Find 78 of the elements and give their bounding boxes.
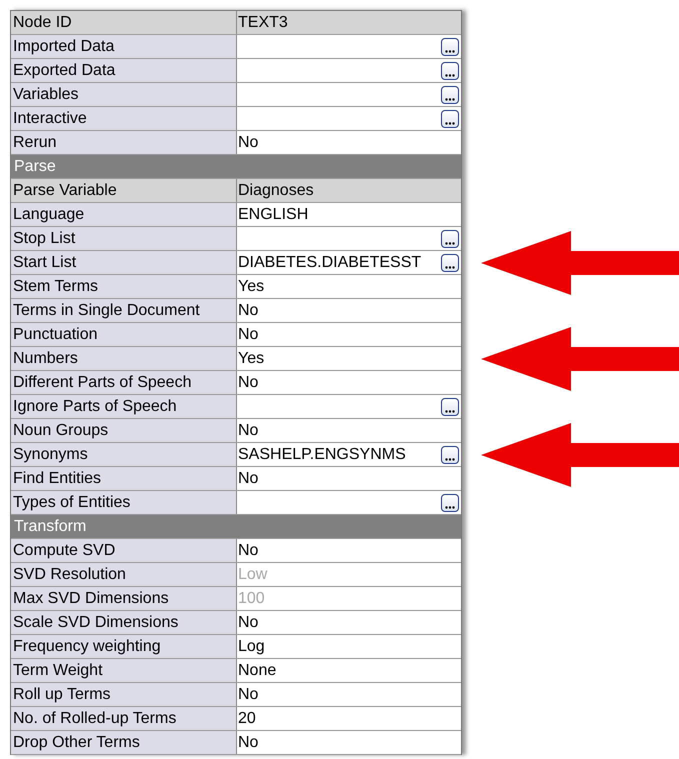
property-name: Noun Groups xyxy=(11,419,237,442)
property-value: SASHELP.ENGSYNMS xyxy=(238,445,407,465)
property-name: Stem Terms xyxy=(11,275,237,298)
ellipsis-button[interactable] xyxy=(441,446,459,464)
property-name: Synonyms xyxy=(11,443,237,466)
property-name: No. of Rolled-up Terms xyxy=(11,707,237,730)
property-value-cell[interactable] xyxy=(237,107,461,130)
property-name: SVD Resolution xyxy=(11,563,237,586)
property-value-cell[interactable] xyxy=(237,491,461,514)
property-value-cell[interactable]: No xyxy=(237,539,461,562)
property-value-cell[interactable]: Diagnoses xyxy=(237,179,461,202)
property-value-cell[interactable] xyxy=(237,395,461,418)
property-value-cell[interactable]: No xyxy=(237,731,461,754)
ellipsis-icon xyxy=(445,98,455,100)
property-name: Variables xyxy=(11,83,237,106)
ellipsis-button[interactable] xyxy=(441,110,459,128)
property-name: Term Weight xyxy=(11,659,237,682)
property-value-cell[interactable] xyxy=(237,227,461,250)
ellipsis-button[interactable] xyxy=(441,86,459,104)
property-name: Drop Other Terms xyxy=(11,731,237,754)
property-value-cell[interactable]: No xyxy=(237,419,461,442)
property-name: Find Entities xyxy=(11,467,237,490)
property-value-cell[interactable] xyxy=(237,83,461,106)
ellipsis-icon xyxy=(445,458,455,460)
ellipsis-icon xyxy=(445,410,455,412)
property-name: Interactive xyxy=(11,107,237,130)
property-value-cell[interactable]: SASHELP.ENGSYNMS xyxy=(237,443,461,466)
property-value-cell[interactable]: Yes xyxy=(237,275,461,298)
section-header: Parse xyxy=(11,155,461,178)
ellipsis-button[interactable] xyxy=(441,230,459,248)
property-name: Numbers xyxy=(11,347,237,370)
property-name: Compute SVD xyxy=(11,539,237,562)
property-value-cell[interactable] xyxy=(237,35,461,58)
property-name: Frequency weighting xyxy=(11,635,237,658)
property-value-cell[interactable]: None xyxy=(237,659,461,682)
property-value-cell[interactable]: No xyxy=(237,323,461,346)
ellipsis-icon xyxy=(445,506,455,508)
ellipsis-button[interactable] xyxy=(441,398,459,416)
property-value-cell[interactable]: 20 xyxy=(237,707,461,730)
property-value-cell[interactable]: Log xyxy=(237,635,461,658)
property-value-cell[interactable]: No xyxy=(237,611,461,634)
property-name: Stop List xyxy=(11,227,237,250)
property-name: Scale SVD Dimensions xyxy=(11,611,237,634)
property-value-cell[interactable]: No xyxy=(237,683,461,706)
property-value-cell[interactable]: No xyxy=(237,371,461,394)
property-value-cell[interactable] xyxy=(237,59,461,82)
property-name: Max SVD Dimensions xyxy=(11,587,237,610)
property-name: Imported Data xyxy=(11,35,237,58)
ellipsis-icon xyxy=(445,242,455,244)
property-name: Parse Variable xyxy=(11,179,237,202)
property-name: Start List xyxy=(11,251,237,274)
ellipsis-button[interactable] xyxy=(441,38,459,56)
ellipsis-button[interactable] xyxy=(441,62,459,80)
ellipsis-button[interactable] xyxy=(441,494,459,512)
property-name: Different Parts of Speech xyxy=(11,371,237,394)
property-name: Types of Entities xyxy=(11,491,237,514)
ellipsis-button[interactable] xyxy=(441,254,459,272)
property-name: Rerun xyxy=(11,131,237,154)
property-name: Exported Data xyxy=(11,59,237,82)
ellipsis-icon xyxy=(445,266,455,268)
property-value-cell[interactable]: No xyxy=(237,299,461,322)
ellipsis-icon xyxy=(445,122,455,124)
section-header: Transform xyxy=(11,515,461,538)
property-value-cell[interactable]: DIABETES.DIABETESST xyxy=(237,251,461,274)
property-value-cell[interactable]: ENGLISH xyxy=(237,203,461,226)
property-value-cell[interactable]: No xyxy=(237,131,461,154)
property-name: Language xyxy=(11,203,237,226)
property-name: Terms in Single Document xyxy=(11,299,237,322)
property-value: DIABETES.DIABETESST xyxy=(238,253,422,273)
property-name: Node ID xyxy=(11,11,237,34)
property-name: Ignore Parts of Speech xyxy=(11,395,237,418)
ellipsis-icon xyxy=(445,74,455,76)
property-name: Roll up Terms xyxy=(11,683,237,706)
property-value-cell[interactable]: TEXT3 xyxy=(237,11,461,34)
ellipsis-icon xyxy=(445,50,455,52)
property-value-cell[interactable]: Yes xyxy=(237,347,461,370)
property-value-cell[interactable]: No xyxy=(237,467,461,490)
property-name: Punctuation xyxy=(11,323,237,346)
